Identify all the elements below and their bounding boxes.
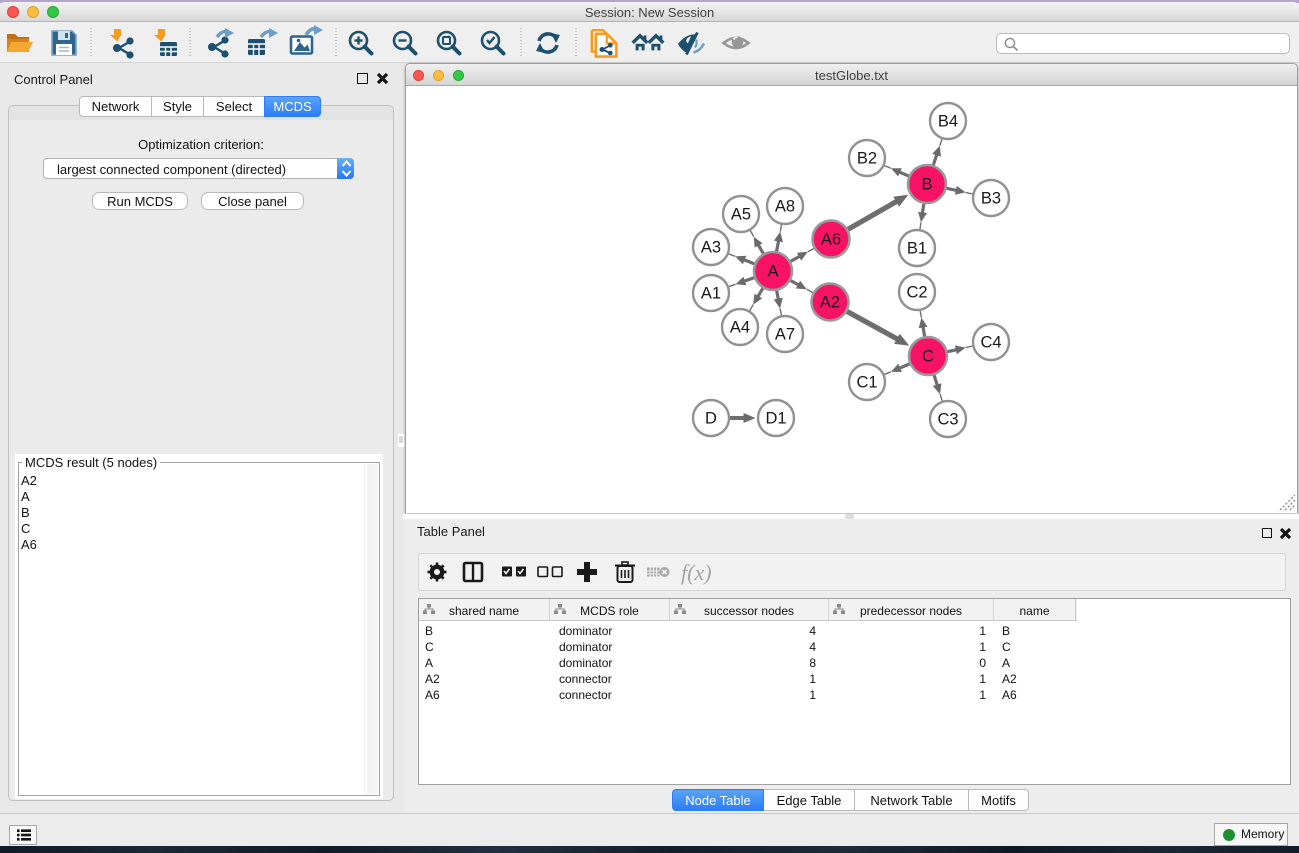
- svg-text:B4: B4: [938, 113, 958, 131]
- svg-text:A: A: [767, 263, 778, 281]
- svg-text:A3: A3: [701, 239, 721, 257]
- svg-text:A4: A4: [730, 319, 750, 337]
- svg-text:C2: C2: [906, 284, 927, 302]
- svg-text:B3: B3: [981, 190, 1001, 208]
- svg-text:B2: B2: [857, 150, 877, 168]
- svg-text:C: C: [922, 348, 934, 366]
- svg-text:A6: A6: [821, 231, 841, 249]
- svg-text:B1: B1: [907, 240, 927, 258]
- svg-text:D1: D1: [765, 410, 786, 428]
- svg-text:A7: A7: [775, 326, 795, 344]
- svg-text:B: B: [921, 176, 932, 194]
- svg-text:C1: C1: [856, 374, 877, 392]
- svg-text:A8: A8: [775, 198, 795, 216]
- svg-text:A2: A2: [820, 294, 840, 312]
- svg-text:D: D: [705, 410, 717, 428]
- svg-text:f(x): f(x): [681, 560, 712, 585]
- svg-text:A5: A5: [731, 206, 751, 224]
- svg-text:A1: A1: [701, 285, 721, 303]
- svg-text:C3: C3: [937, 411, 958, 429]
- svg-text:C4: C4: [980, 334, 1001, 352]
